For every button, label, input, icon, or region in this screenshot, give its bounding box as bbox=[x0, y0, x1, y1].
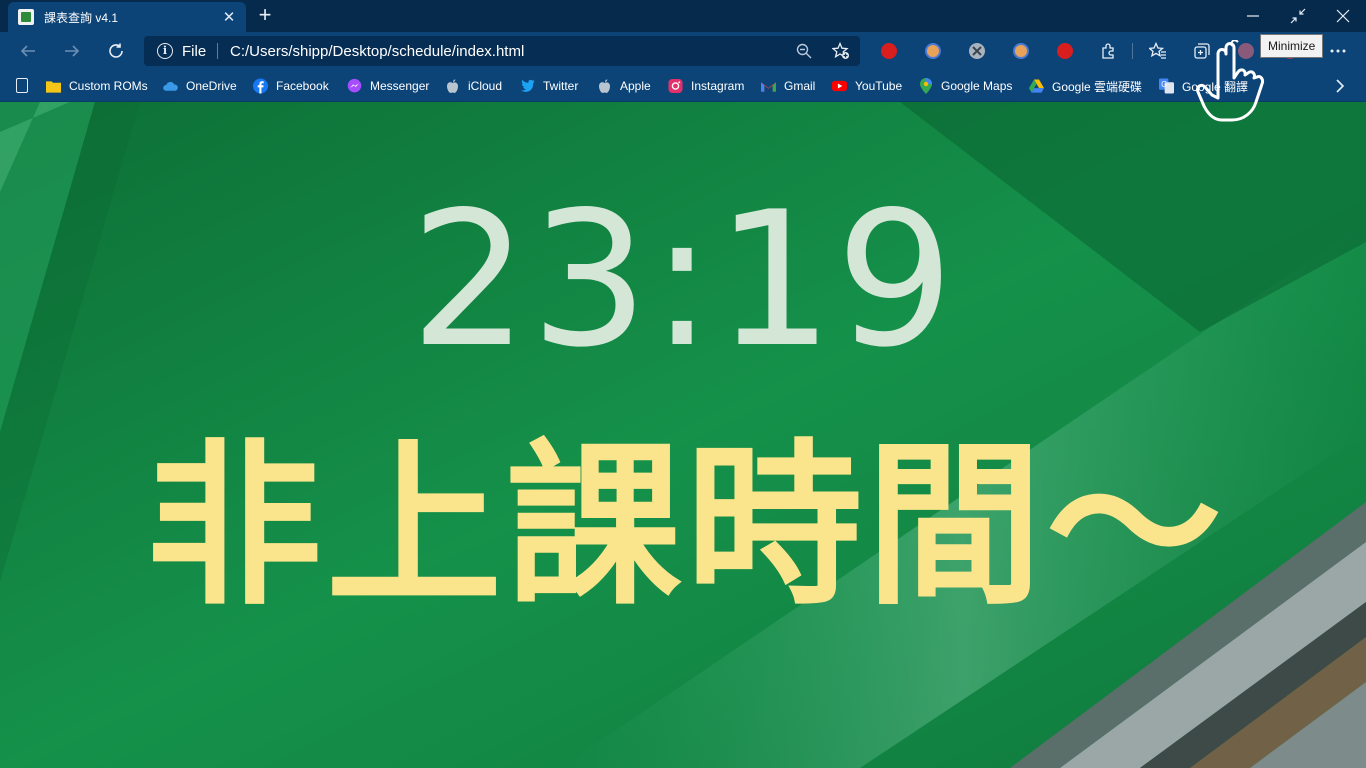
back-button[interactable] bbox=[14, 37, 42, 65]
bookmark-label: OneDrive bbox=[186, 79, 237, 93]
zoom-out-icon bbox=[796, 43, 812, 59]
forward-arrow-icon bbox=[65, 45, 80, 57]
bookmark-messenger[interactable]: Messenger bbox=[347, 76, 429, 96]
bookmark-label: Apple bbox=[620, 79, 651, 93]
bookmark-label: Messenger bbox=[370, 79, 430, 93]
toolbar-divider bbox=[1132, 43, 1133, 59]
instagram-icon bbox=[668, 78, 683, 94]
facebook-icon bbox=[253, 78, 268, 94]
bookmark-twitter[interactable]: Twitter bbox=[520, 76, 578, 96]
bookmarks-overflow-chevron-icon[interactable] bbox=[1333, 77, 1347, 95]
map-pin-icon bbox=[918, 78, 933, 94]
reading-glasses-extension-2[interactable] bbox=[1011, 41, 1031, 61]
hand-pointer-cursor-icon bbox=[1196, 40, 1264, 122]
bookmark-instagram[interactable]: Instagram bbox=[668, 76, 744, 96]
bookmark-google-maps[interactable]: Google Maps bbox=[918, 76, 1012, 96]
reading-glasses-extension[interactable] bbox=[923, 41, 943, 61]
bookmark-onedrive[interactable]: OneDrive bbox=[163, 76, 237, 96]
messenger-icon bbox=[347, 78, 362, 94]
refresh-icon bbox=[109, 43, 123, 58]
classroom-favicon-icon bbox=[18, 9, 34, 25]
bookmark-apple[interactable]: Apple bbox=[597, 76, 651, 96]
zoom-out-button[interactable] bbox=[794, 41, 814, 61]
svg-text:G: G bbox=[1161, 80, 1167, 89]
x-circle-extension[interactable] bbox=[967, 41, 987, 61]
favorites-icon bbox=[1149, 42, 1166, 59]
new-tab-button[interactable]: + bbox=[252, 3, 278, 29]
stop-hand-extension[interactable] bbox=[879, 41, 899, 61]
tab-close-icon[interactable]: ✕ bbox=[220, 8, 238, 26]
minimize-tooltip: Minimize bbox=[1260, 34, 1324, 58]
more-icon bbox=[1330, 49, 1346, 53]
add-favorite-button[interactable] bbox=[831, 41, 851, 61]
bookmark-custom-roms[interactable]: Custom ROMs bbox=[46, 76, 148, 96]
address-bar[interactable]: i File C:/Users/shipp/Desktop/schedule/i… bbox=[144, 36, 860, 66]
site-info-icon[interactable]: i bbox=[157, 43, 173, 59]
reading-glasses-icon bbox=[1013, 43, 1029, 59]
clock-display: 23:19 bbox=[409, 171, 957, 388]
forward-button[interactable] bbox=[58, 37, 86, 65]
bookmark-label: Custom ROMs bbox=[69, 79, 148, 93]
back-arrow-icon bbox=[20, 45, 35, 57]
refresh-button[interactable] bbox=[102, 37, 130, 65]
bookmark-label: Gmail bbox=[784, 79, 816, 93]
address-scheme-label: File bbox=[182, 43, 207, 60]
close-window-button[interactable] bbox=[1321, 0, 1365, 32]
minimize-icon bbox=[1247, 15, 1259, 17]
bookmark-label: iCloud bbox=[468, 79, 503, 93]
title-bar: 課表查詢 v4.1 ✕ + bbox=[0, 0, 1366, 32]
bookmark-label: Twitter bbox=[543, 79, 579, 93]
bookmark-facebook[interactable]: Facebook bbox=[253, 76, 329, 96]
youtube-icon bbox=[832, 79, 847, 94]
extensions-button[interactable] bbox=[1099, 41, 1119, 61]
apple-icon bbox=[445, 78, 460, 94]
bookmark-icloud[interactable]: iCloud bbox=[445, 76, 502, 96]
bookmark-google-drive[interactable]: Google 雲端硬碟 bbox=[1029, 76, 1142, 96]
star-add-icon bbox=[832, 42, 849, 59]
x-circle-icon bbox=[969, 43, 985, 59]
address-divider bbox=[217, 43, 218, 59]
bookmark-gmail[interactable]: Gmail bbox=[761, 76, 815, 96]
page-icon[interactable] bbox=[16, 78, 28, 93]
minimize-button[interactable] bbox=[1231, 0, 1275, 32]
navigation-toolbar: i File C:/Users/shipp/Desktop/schedule/i… bbox=[0, 32, 1366, 70]
stop-hand-extension-2[interactable] bbox=[1055, 41, 1075, 61]
gmail-icon bbox=[761, 79, 776, 94]
bookmark-label: Google Maps bbox=[941, 79, 1013, 93]
class-status-message: 非上課時間～ bbox=[145, 424, 1226, 629]
apple-icon bbox=[597, 78, 612, 94]
address-url[interactable]: C:/Users/shipp/Desktop/schedule/index.ht… bbox=[230, 43, 524, 60]
twitter-icon bbox=[520, 79, 535, 94]
translate-icon: G bbox=[1159, 78, 1174, 94]
puzzle-icon bbox=[1102, 43, 1114, 59]
drive-icon bbox=[1029, 79, 1044, 94]
bookmark-label: Google 雲端硬碟 bbox=[1052, 79, 1143, 94]
restore-icon bbox=[1290, 8, 1306, 24]
stop-hand-icon bbox=[881, 43, 897, 59]
bookmarks-bar: Custom ROMs OneDrive Facebook Messenger … bbox=[0, 70, 1366, 102]
close-icon bbox=[1336, 9, 1350, 23]
cloud-icon bbox=[163, 79, 178, 94]
bookmark-label: Facebook bbox=[276, 79, 329, 93]
favorites-button[interactable] bbox=[1148, 41, 1168, 61]
bookmark-label: Instagram bbox=[691, 79, 745, 93]
bookmark-label: YouTube bbox=[855, 79, 903, 93]
folder-icon bbox=[46, 79, 61, 94]
active-tab[interactable]: 課表查詢 v4.1 ✕ bbox=[8, 2, 246, 32]
settings-more-button[interactable] bbox=[1328, 41, 1348, 61]
restore-button[interactable] bbox=[1276, 0, 1320, 32]
tab-title: 課表查詢 v4.1 bbox=[44, 10, 119, 25]
bookmark-youtube[interactable]: YouTube bbox=[832, 76, 902, 96]
reading-glasses-icon bbox=[925, 43, 941, 59]
page-content: 23:19 非上課時間～ bbox=[0, 102, 1366, 768]
stop-hand-icon bbox=[1057, 43, 1073, 59]
